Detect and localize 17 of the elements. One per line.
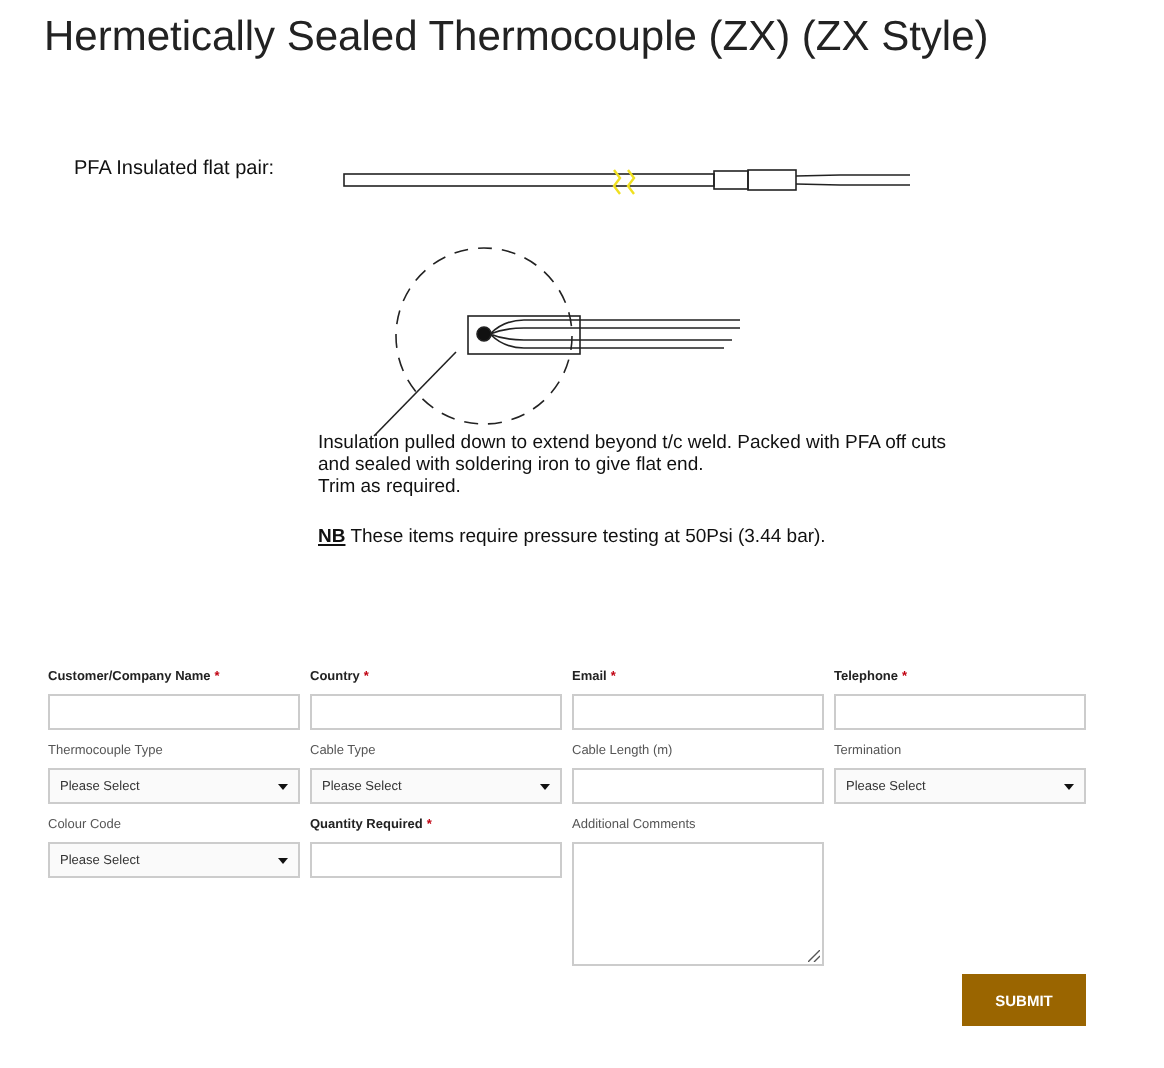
input-field[interactable] <box>572 768 824 804</box>
page-title: Hermetically Sealed Thermocouple (ZX) (ZX Style) <box>42 12 991 64</box>
input-field[interactable] <box>572 694 824 730</box>
comments-field[interactable] <box>572 842 824 966</box>
caret-icon <box>1064 783 1074 789</box>
weld-note: Insulation pulled down to extend beyond t/c weld. Packed with PFA off cuts and sealed with soldering iron to give flat end. Trim as required. <box>318 432 947 498</box>
resize-grip-icon[interactable] <box>808 950 820 962</box>
caret-icon <box>278 857 288 863</box>
pressure-notice: NB These items require pressure testing at 50Psi (3.44 bar). <box>318 526 826 548</box>
leader-line <box>373 351 457 437</box>
input-field[interactable] <box>834 694 1086 730</box>
diagram-label: PFA Insulated flat pair: <box>74 158 275 180</box>
input-field[interactable] <box>310 694 562 730</box>
input-field[interactable] <box>48 694 300 730</box>
input-field[interactable] <box>310 842 562 878</box>
caret-icon <box>540 783 550 789</box>
caret-icon <box>278 783 288 789</box>
